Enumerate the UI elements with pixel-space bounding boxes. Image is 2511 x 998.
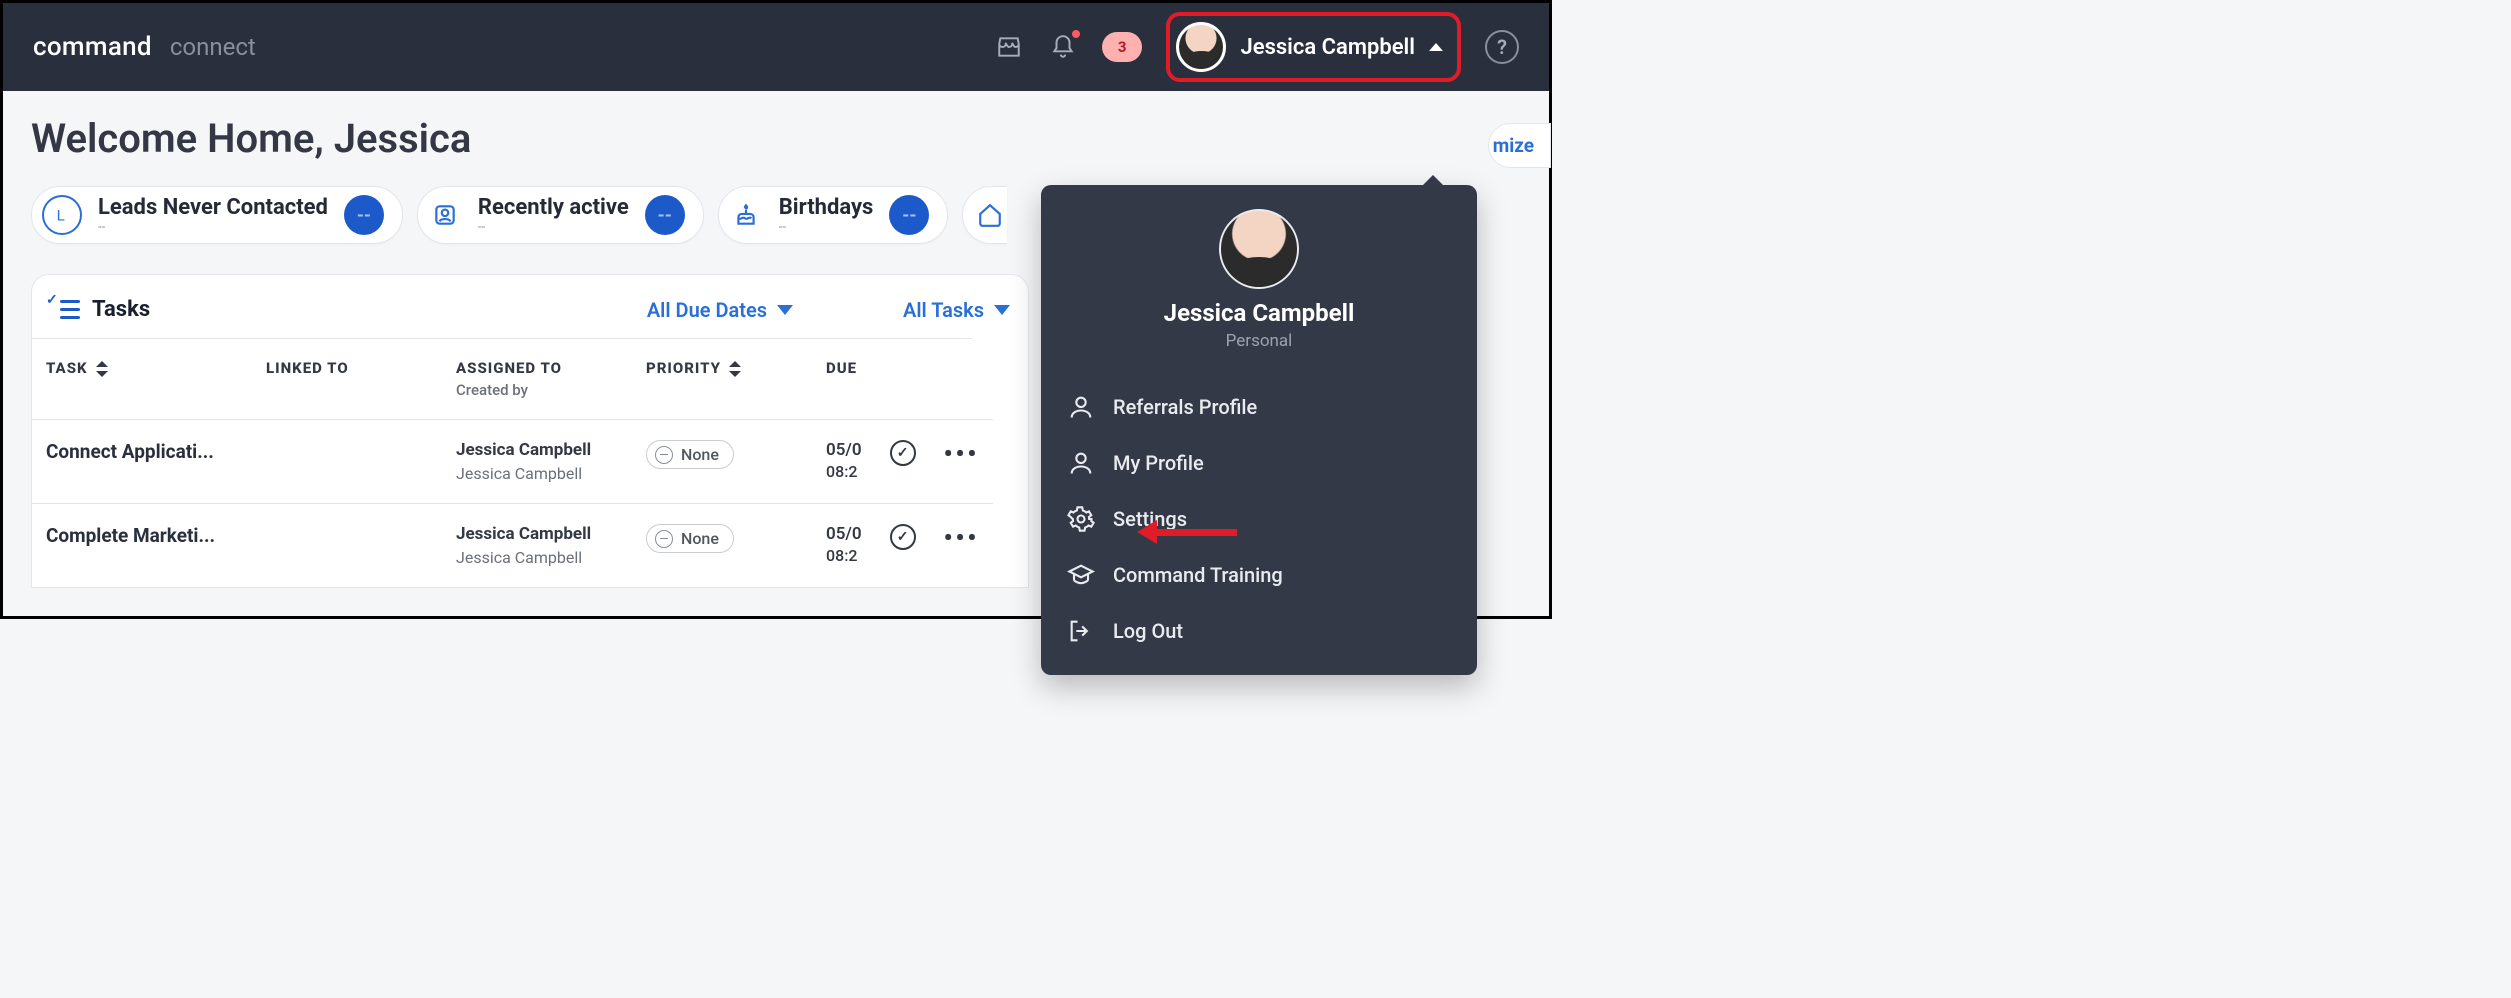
task-name: Connect Applicati... [46, 440, 238, 463]
main-content: mize Welcome Home, Jessica L Leads Never… [3, 91, 1549, 612]
minus-icon [655, 530, 673, 548]
profile-name: Jessica Campbell [1240, 35, 1415, 60]
due-time: 08:2 [826, 546, 862, 565]
menu-user-name: Jessica Campbell [1041, 299, 1477, 327]
caret-up-icon [1429, 43, 1443, 51]
menu-item-label: My Profile [1113, 451, 1204, 475]
menu-item-referrals-profile[interactable]: Referrals Profile [1041, 379, 1477, 435]
table-row[interactable]: Complete Marketi... Jessica Campbell Jes… [32, 504, 993, 588]
created-by: Jessica Campbell [456, 548, 618, 567]
sort-icon [96, 361, 108, 377]
pill-label: Birthdays [779, 195, 874, 220]
menu-item-log-out[interactable]: Log Out [1041, 603, 1477, 659]
assigned-to: Jessica Campbell [456, 440, 618, 460]
birthday-icon [729, 198, 763, 232]
marketplace-icon[interactable] [994, 32, 1024, 62]
menu-item-label: Referrals Profile [1113, 395, 1257, 419]
customize-button[interactable]: mize [1488, 123, 1551, 168]
pill-sub: -- [98, 220, 328, 235]
tasks-title: Tasks [92, 297, 150, 322]
profile-menu: Jessica Campbell Personal Referrals Prof… [1041, 185, 1477, 675]
chevron-down-icon [994, 305, 1010, 315]
more-actions-icon[interactable]: ••• [944, 524, 980, 552]
menu-item-label: Command Training [1113, 563, 1283, 587]
leads-icon: L [42, 195, 82, 235]
col-due[interactable]: DUE [812, 339, 872, 420]
col-assigned[interactable]: ASSIGNED TOCreated by [442, 339, 632, 420]
priority-badge: None [646, 524, 734, 553]
notification-dot [1072, 30, 1080, 38]
task-name: Complete Marketi... [46, 524, 238, 547]
priority-badge: None [646, 440, 734, 469]
pill-label: Recently active [478, 195, 629, 220]
pill-count: -- [889, 195, 929, 235]
more-actions-icon[interactable]: ••• [944, 440, 980, 468]
col-task[interactable]: TASK [32, 339, 252, 420]
menu-avatar [1219, 209, 1299, 289]
sort-icon [729, 361, 741, 377]
filter-due-label: All Due Dates [647, 298, 767, 322]
menu-item-command-training[interactable]: Command Training [1041, 547, 1477, 603]
svg-text:L: L [57, 206, 65, 224]
tasks-panel: Tasks All Due Dates All Tasks TASK LINKE… [31, 274, 1029, 588]
chevron-down-icon [777, 305, 793, 315]
complete-task-icon[interactable] [890, 524, 916, 550]
filter-tasks-label: All Tasks [903, 298, 984, 322]
filter-due-dates[interactable]: All Due Dates [647, 298, 793, 322]
tasks-header: Tasks All Due Dates All Tasks [32, 275, 1028, 338]
tasks-icon [50, 298, 80, 322]
pill-recently-active[interactable]: Recently active -- -- [417, 186, 704, 244]
menu-item-label: Log Out [1113, 619, 1183, 643]
menu-user-role: Personal [1041, 331, 1477, 351]
minus-icon [655, 446, 673, 464]
pill-sub: -- [478, 220, 629, 235]
page-title: Welcome Home, Jessica [31, 115, 1521, 162]
annotation-arrow [1137, 520, 1237, 544]
col-linked[interactable]: LINKED TO [252, 339, 442, 420]
recently-active-icon [428, 198, 462, 232]
pill-leads-never-contacted[interactable]: L Leads Never Contacted -- -- [31, 186, 403, 244]
created-by: Jessica Campbell [456, 464, 618, 483]
brand-sub: connect [170, 33, 256, 61]
brand: command connect [33, 32, 256, 62]
profile-toggle[interactable]: Jessica Campbell [1166, 12, 1461, 82]
due-date: 05/0 [826, 524, 862, 544]
help-icon[interactable]: ? [1485, 30, 1519, 64]
header-actions: 3 Jessica Campbell ? [994, 12, 1519, 82]
pill-label: Leads Never Contacted [98, 195, 328, 220]
pill-more[interactable] [962, 186, 1007, 244]
notifications-icon[interactable] [1048, 32, 1078, 62]
pill-count: -- [645, 195, 685, 235]
due-time: 08:2 [826, 462, 862, 481]
tasks-table: TASK LINKED TO ASSIGNED TOCreated by PRI… [32, 338, 1028, 587]
menu-item-settings[interactable]: Settings [1041, 491, 1477, 547]
table-row[interactable]: Connect Applicati... Jessica Campbell Je… [32, 420, 993, 504]
pill-sub: -- [779, 220, 874, 235]
table-header-row: TASK LINKED TO ASSIGNED TOCreated by PRI… [32, 339, 972, 420]
complete-task-icon[interactable] [890, 440, 916, 466]
brand-main: command [33, 32, 152, 62]
home-icon [973, 198, 1007, 232]
due-date: 05/0 [826, 440, 862, 460]
menu-item-my-profile[interactable]: My Profile [1041, 435, 1477, 491]
pill-birthdays[interactable]: Birthdays -- -- [718, 186, 949, 244]
avatar [1176, 22, 1226, 72]
filter-all-tasks[interactable]: All Tasks [903, 298, 1010, 322]
alert-count-badge[interactable]: 3 [1102, 32, 1143, 62]
pill-count: -- [344, 195, 384, 235]
col-priority[interactable]: PRIORITY [632, 339, 812, 420]
assigned-to: Jessica Campbell [456, 524, 618, 544]
app-header: command connect 3 Jessica Campbell ? [3, 3, 1549, 91]
